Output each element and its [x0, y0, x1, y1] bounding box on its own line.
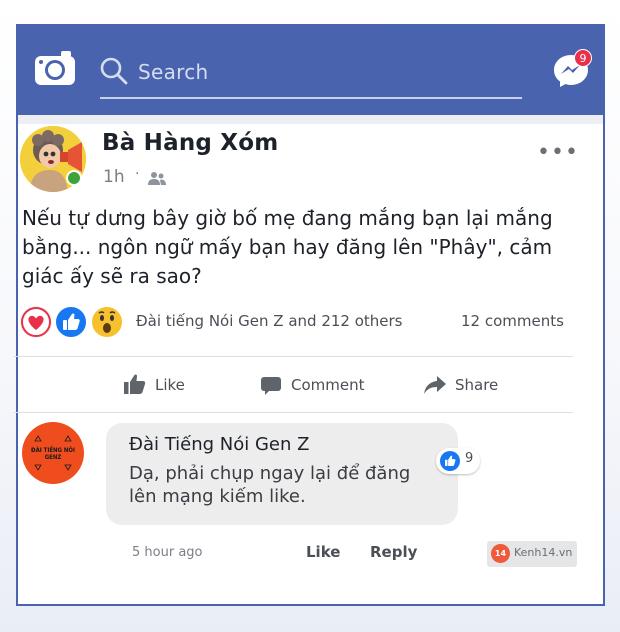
post-time[interactable]: 1h: [103, 167, 125, 187]
comment-bubble-icon: [261, 377, 281, 395]
share-arrow-icon: [424, 376, 446, 394]
like-label: Like: [155, 376, 185, 394]
post-text: Nếu tự dưng bây giờ bố mẹ đang mắng bạn …: [22, 206, 553, 288]
reactions-summary[interactable]: Đài tiếng Nói Gen Z and 212 others: [136, 312, 403, 330]
comment-author[interactable]: Đài Tiếng Nói Gen Z: [129, 434, 309, 455]
search-icon[interactable]: [100, 57, 128, 85]
commenter-avatar[interactable]: ĐÀI TIẾNG NÓI GENZ: [22, 422, 84, 484]
comments-count[interactable]: 12 comments: [461, 312, 564, 330]
comment-label: Comment: [291, 376, 365, 394]
comment-reaction-count: 9: [465, 451, 474, 466]
share-button[interactable]: Share: [424, 374, 514, 398]
share-label: Share: [455, 376, 499, 394]
comment-reply-button[interactable]: Reply: [370, 543, 417, 561]
search-input[interactable]: Search: [138, 60, 209, 84]
camera-icon[interactable]: [34, 50, 76, 86]
post-author[interactable]: Bà Hàng Xóm: [102, 130, 278, 156]
like-reaction-icon[interactable]: [55, 306, 87, 338]
wow-reaction-icon[interactable]: [91, 306, 123, 338]
meta-separator: ·: [135, 166, 140, 182]
divider: [14, 356, 573, 357]
divider: [14, 412, 573, 413]
like-reaction-icon: [440, 451, 460, 471]
online-status-dot: [66, 170, 82, 186]
more-options-icon[interactable]: •••: [537, 140, 579, 165]
search-underline: [100, 97, 522, 99]
top-bar: Search 9: [18, 26, 603, 115]
comment-time[interactable]: 5 hour ago: [132, 545, 202, 560]
friends-audience-icon[interactable]: [147, 171, 167, 185]
commenter-avatar-text: ĐÀI TIẾNG NÓI GENZ: [31, 447, 75, 461]
notification-badge: 9: [574, 49, 592, 67]
comment-text: Dạ, phải chụp ngay lại để đăng lên mạng …: [129, 463, 411, 507]
love-reaction-icon[interactable]: [20, 306, 52, 338]
watermark-text: Kenh14.vn: [514, 546, 573, 559]
feed-separator: [18, 115, 603, 124]
comment-button[interactable]: Comment: [261, 374, 381, 398]
kenh14-logo: 14: [491, 544, 510, 563]
comment-like-button[interactable]: Like: [306, 543, 340, 561]
like-thumb-icon: [124, 374, 146, 394]
like-button[interactable]: Like: [124, 374, 194, 398]
comment-reaction-pill[interactable]: [436, 448, 480, 474]
